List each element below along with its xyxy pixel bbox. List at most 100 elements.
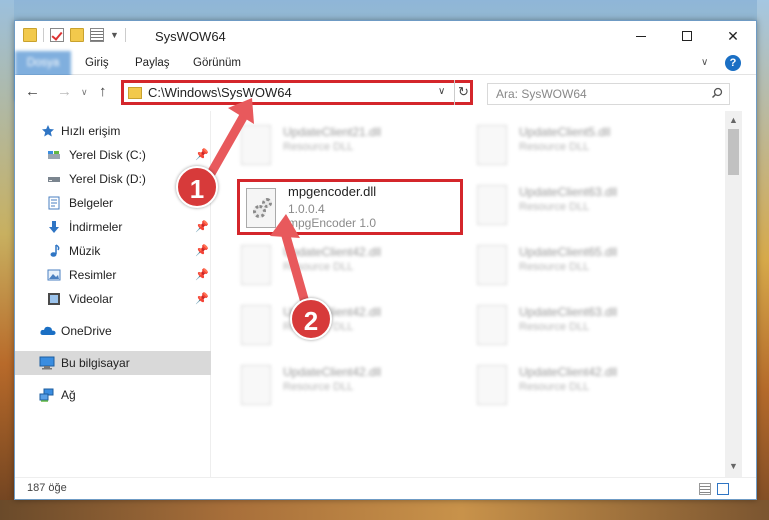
- dll-file-icon: [246, 188, 276, 228]
- file-item[interactable]: UpdateClient65.dll Resource DLL: [447, 241, 647, 291]
- address-dropdown-chevron-icon[interactable]: ∨: [438, 86, 445, 97]
- file-description: Resource DLL: [519, 201, 590, 213]
- file-description: Resource DLL: [519, 321, 590, 333]
- folder-icon: [23, 28, 37, 42]
- new-folder-icon[interactable]: [70, 28, 84, 42]
- download-icon: [49, 221, 59, 233]
- sidebar-item-quick-access[interactable]: Hızlı erişim: [15, 119, 211, 143]
- scroll-down-icon[interactable]: ▼: [729, 461, 738, 471]
- sidebar-item-label: Belgeler: [69, 196, 114, 210]
- file-description: mpgEncoder 1.0: [288, 216, 377, 230]
- file-name: UpdateClient65.dll: [519, 245, 618, 259]
- file-list: UpdateClient21.dll Resource DLL UpdateCl…: [211, 111, 725, 477]
- tab-share[interactable]: Paylaş: [135, 51, 170, 75]
- file-item[interactable]: UpdateClient42.dll Resource DLL: [211, 361, 411, 411]
- sidebar-item-network[interactable]: Ağ: [15, 383, 211, 407]
- recent-locations-chevron-icon[interactable]: ∨: [81, 87, 88, 98]
- drive-icon: [48, 151, 60, 159]
- back-arrow-icon[interactable]: ←: [25, 83, 40, 100]
- toolbar-separator: [124, 28, 126, 42]
- sidebar-item-this-pc[interactable]: Bu bilgisayar: [15, 351, 211, 375]
- sidebar-item-label: İndirmeler: [69, 220, 123, 234]
- close-button[interactable]: ✕: [710, 21, 756, 51]
- highlighted-file-item[interactable]: mpgencoder.dll 1.0.0.4 mpgEncoder 1.0: [237, 179, 463, 235]
- desktop-wallpaper-left: [0, 0, 14, 520]
- computer-icon: [39, 356, 55, 370]
- pin-icon: 📌: [195, 293, 209, 305]
- file-name: mpgencoder.dll: [288, 184, 377, 199]
- properties-icon[interactable]: [90, 28, 104, 42]
- search-input[interactable]: Ara: SysWOW64: [487, 83, 730, 105]
- file-item[interactable]: UpdateClient42.dll Resource DLL: [447, 361, 647, 411]
- folder-icon: [128, 87, 142, 99]
- sidebar-item-label: Yerel Disk (D:): [69, 172, 146, 186]
- help-icon[interactable]: ?: [725, 55, 741, 71]
- dll-file-icon: [477, 185, 507, 225]
- checklist-icon[interactable]: [50, 28, 64, 42]
- navigation-pane: Hızlı erişim Yerel Disk (C:) 📌 Yerel Dis…: [15, 111, 211, 477]
- maximize-button[interactable]: [664, 21, 710, 51]
- title-bar: ▼ SysWOW64 ✕: [15, 21, 756, 51]
- file-description: Resource DLL: [519, 381, 590, 393]
- cloud-icon: [40, 326, 56, 335]
- dll-file-icon: [477, 305, 507, 345]
- file-item[interactable]: UpdateClient21.dll Resource DLL: [211, 121, 411, 171]
- sidebar-item-label: Hızlı erişim: [61, 124, 121, 138]
- sidebar-item-videos[interactable]: Videolar 📌: [15, 287, 211, 311]
- desktop-wallpaper-right: [757, 0, 769, 520]
- dll-file-icon: [477, 245, 507, 285]
- sidebar-item-pictures[interactable]: Resimler 📌: [15, 263, 211, 287]
- sidebar-item-onedrive[interactable]: OneDrive: [15, 319, 211, 343]
- sidebar-item-label: OneDrive: [61, 324, 112, 338]
- up-arrow-icon[interactable]: ↑: [99, 83, 107, 100]
- scrollbar-thumb[interactable]: [728, 129, 739, 175]
- window-title: SysWOW64: [155, 29, 226, 44]
- details-view-icon[interactable]: [699, 483, 711, 495]
- sidebar-item-label: Resimler: [69, 268, 117, 282]
- expand-ribbon-chevron-icon[interactable]: ∨: [701, 57, 708, 68]
- dll-file-icon: [241, 245, 271, 285]
- document-icon: [48, 196, 60, 210]
- address-path[interactable]: C:\Windows\SysWOW64: [148, 85, 292, 100]
- customize-toolbar-chevron-icon[interactable]: ▼: [110, 30, 119, 40]
- file-version: 1.0.0.4: [288, 202, 325, 216]
- sidebar-item-downloads[interactable]: İndirmeler 📌: [15, 215, 211, 239]
- scroll-up-icon[interactable]: ▲: [729, 115, 738, 125]
- file-name: UpdateClient21.dll: [283, 125, 382, 139]
- search-icon: [711, 87, 723, 99]
- file-name: UpdateClient63.dll: [519, 185, 618, 199]
- large-icons-view-icon[interactable]: [717, 483, 729, 495]
- sidebar-item-music[interactable]: Müzik 📌: [15, 239, 211, 263]
- dll-file-icon: [241, 125, 271, 165]
- file-item[interactable]: UpdateClient42.dll Resource DLL: [211, 241, 411, 291]
- tab-view[interactable]: Görünüm: [193, 51, 241, 75]
- dll-file-icon: [477, 365, 507, 405]
- forward-arrow-icon[interactable]: →: [57, 83, 72, 100]
- step-badge-2: 2: [290, 298, 332, 340]
- address-bar[interactable]: C:\Windows\SysWOW64 ∨ ↻: [121, 80, 473, 105]
- file-description: Resource DLL: [283, 381, 354, 393]
- sidebar-item-label: Ağ: [61, 388, 76, 402]
- file-name: UpdateClient42.dll: [519, 365, 618, 379]
- ribbon-tabs: Dosya Giriş Paylaş Görünüm ∨ ?: [15, 51, 756, 101]
- step-badge-1: 1: [176, 166, 218, 208]
- sidebar-item-label: Yerel Disk (C:): [69, 148, 146, 162]
- file-item[interactable]: UpdateClient5.dll Resource DLL: [447, 121, 647, 171]
- minimize-button[interactable]: [618, 21, 664, 51]
- item-count: 187 öğe: [27, 482, 67, 494]
- sidebar-item-local-disk-c[interactable]: Yerel Disk (C:) 📌: [15, 143, 211, 167]
- star-icon: [42, 125, 54, 137]
- file-description: Resource DLL: [283, 141, 354, 153]
- file-description: Resource DLL: [283, 261, 354, 273]
- maximize-icon: [682, 31, 692, 41]
- desktop-wallpaper-bottom: [0, 500, 769, 520]
- minimize-icon: [636, 35, 646, 37]
- file-item[interactable]: UpdateClient63.dll Resource DLL: [447, 181, 647, 231]
- tab-home[interactable]: Giriş: [85, 51, 109, 75]
- file-item[interactable]: UpdateClient63.dll Resource DLL: [447, 301, 647, 351]
- file-description: Resource DLL: [519, 261, 590, 273]
- refresh-icon[interactable]: ↻: [454, 80, 472, 105]
- video-icon: [48, 293, 60, 305]
- vertical-scrollbar[interactable]: ▲ ▼: [725, 111, 742, 477]
- drive-icon: [48, 177, 60, 182]
